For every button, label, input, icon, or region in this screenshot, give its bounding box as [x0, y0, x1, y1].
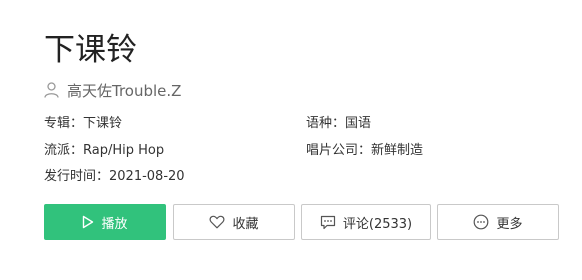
artist-row[interactable]: 高天佐Trouble.Z: [44, 80, 181, 100]
album-field: 专辑：下课铃: [44, 115, 122, 133]
more-button[interactable]: 更多: [437, 204, 559, 240]
play-icon: [83, 215, 94, 229]
record-company-label: 唱片公司：: [306, 143, 372, 158]
language-field: 语种：国语: [306, 115, 371, 133]
heart-icon: [210, 215, 225, 229]
more-button-label: 更多: [496, 216, 523, 232]
play-button[interactable]: 播放: [44, 204, 166, 240]
favorite-button-label: 收藏: [232, 216, 259, 232]
play-button-label: 播放: [101, 216, 128, 232]
album-value[interactable]: 下课铃: [83, 116, 122, 131]
genre-field: 流派：Rap/Hip Hop: [44, 142, 164, 160]
album-label: 专辑：: [44, 116, 84, 131]
release-field: 发行时间：2021-08-20: [44, 168, 185, 186]
comment-icon: [320, 215, 335, 229]
more-dots-icon: [474, 214, 489, 230]
favorite-button[interactable]: 收藏: [173, 204, 295, 240]
comment-button-label: 评论(2533): [342, 216, 413, 232]
comment-button[interactable]: 评论(2533): [301, 204, 431, 240]
artist-name[interactable]: 高天佐Trouble.Z: [67, 80, 181, 101]
genre-label: 流派：: [44, 143, 84, 158]
genre-value: Rap/Hip Hop: [83, 143, 165, 158]
record-company-value: 新鲜制造: [371, 143, 424, 158]
release-date: 2021-08-20: [109, 169, 185, 184]
language-value: 国语: [345, 116, 372, 131]
language-label: 语种：: [306, 116, 346, 131]
release-label: 发行时间：: [44, 169, 110, 184]
user-icon: [44, 82, 59, 98]
record-company-field: 唱片公司：新鲜制造: [306, 142, 423, 160]
song-title: 下课铃: [44, 32, 137, 68]
